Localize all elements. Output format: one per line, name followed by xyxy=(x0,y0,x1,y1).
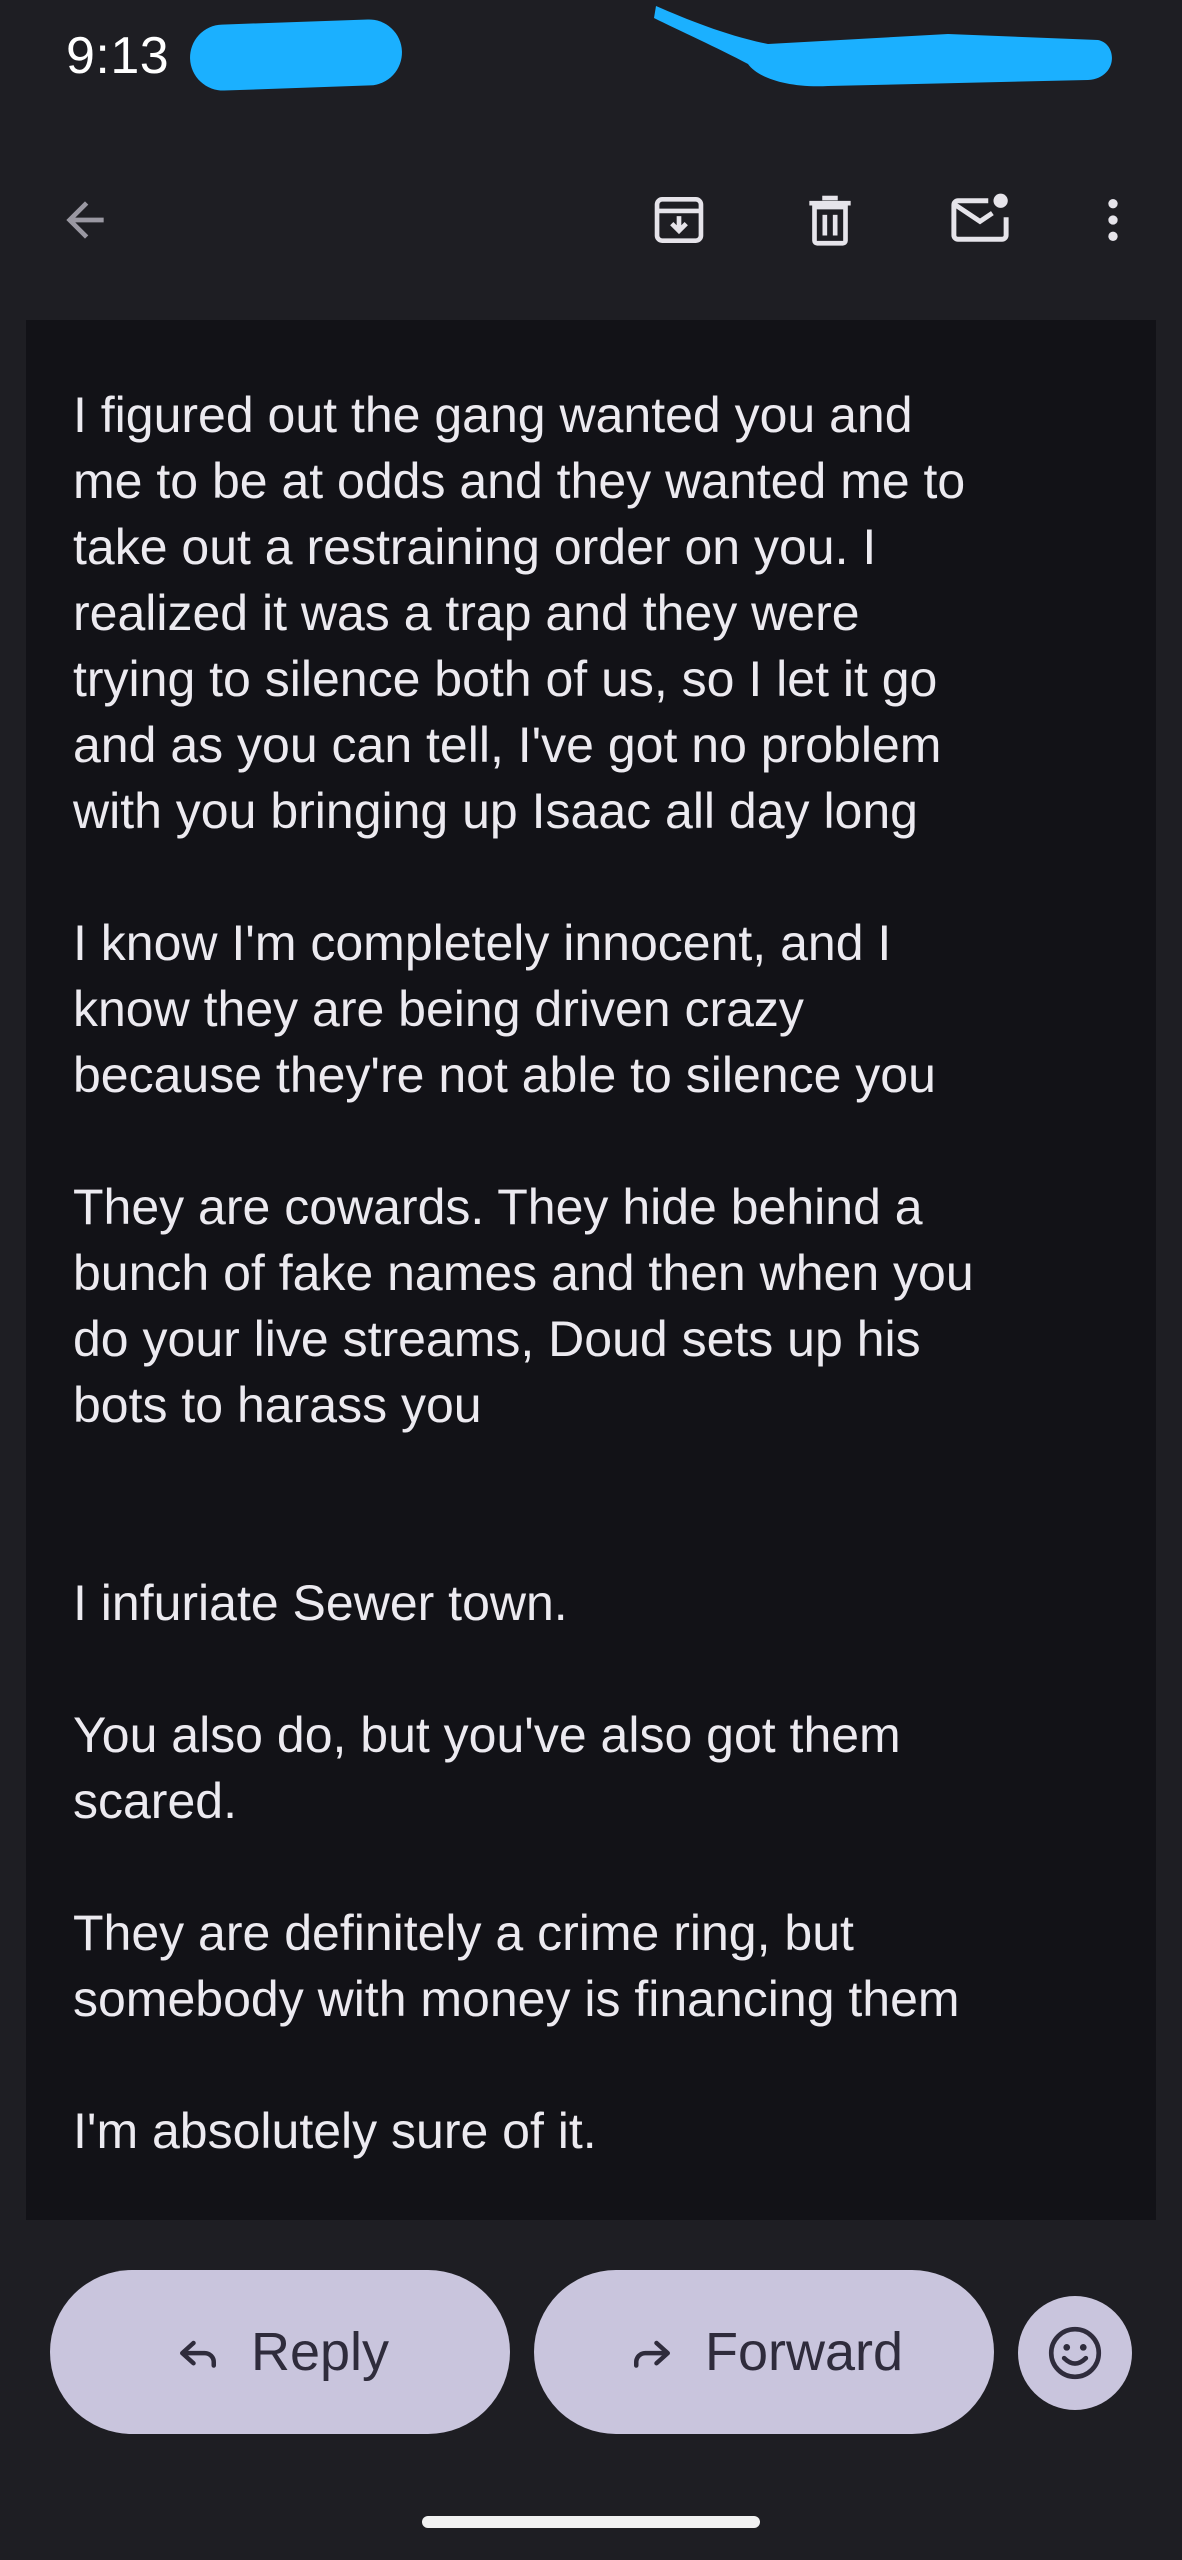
back-button[interactable] xyxy=(40,175,130,265)
archive-icon xyxy=(654,197,704,243)
email-paragraph: You also do, but you've also got them sc… xyxy=(73,1707,901,1829)
reply-icon xyxy=(179,2340,216,2368)
emoji-smile-icon xyxy=(1048,2326,1102,2380)
redaction-mark-right xyxy=(654,6,1112,87)
forward-label: Forward xyxy=(704,2322,904,2382)
trash-icon xyxy=(809,195,851,246)
redaction-mark-left xyxy=(188,18,404,92)
more-vert-icon xyxy=(1108,199,1118,241)
email-paragraph: They are cowards. They hide behind a bun… xyxy=(73,1179,974,1433)
emoji-reaction-button[interactable] xyxy=(1018,2296,1132,2410)
home-gesture-handle[interactable] xyxy=(422,2516,760,2528)
mail-unread-icon xyxy=(951,193,1009,242)
mark-unread-button[interactable] xyxy=(935,175,1025,265)
forward-icon xyxy=(633,2340,670,2368)
status-time: 9:13 xyxy=(66,27,170,85)
email-paragraph: I figured out the gang wanted you and me… xyxy=(73,387,966,839)
reply-label: Reply xyxy=(250,2322,390,2382)
forward-button[interactable]: Forward xyxy=(534,2270,994,2434)
email-action-row: Reply Forward xyxy=(0,2268,1182,2438)
archive-button[interactable] xyxy=(634,175,724,265)
status-bar: 9:13 xyxy=(0,0,1182,110)
email-message-text: I figured out the gang wanted you and me… xyxy=(73,382,1133,2220)
reply-button[interactable]: Reply xyxy=(50,2270,510,2434)
email-paragraph: I know I'm completely innocent, and I kn… xyxy=(73,915,936,1103)
delete-button[interactable] xyxy=(785,175,875,265)
partial-text-line: · · · · · xyxy=(72,320,211,340)
email-view-screen: 9:13 I figured out the gang wanted you a… xyxy=(0,0,1182,2560)
email-paragraph: I'm absolutely sure of it. xyxy=(73,2103,597,2159)
arrow-back-icon xyxy=(66,201,104,239)
more-options-button[interactable] xyxy=(1068,175,1158,265)
email-body: · · · · · I figured out the gang wanted … xyxy=(26,320,1156,2220)
email-paragraph: They are definitely a crime ring, but so… xyxy=(73,1905,960,2027)
email-app-bar xyxy=(0,160,1182,280)
email-paragraph: I infuriate Sewer town. xyxy=(73,1575,568,1631)
